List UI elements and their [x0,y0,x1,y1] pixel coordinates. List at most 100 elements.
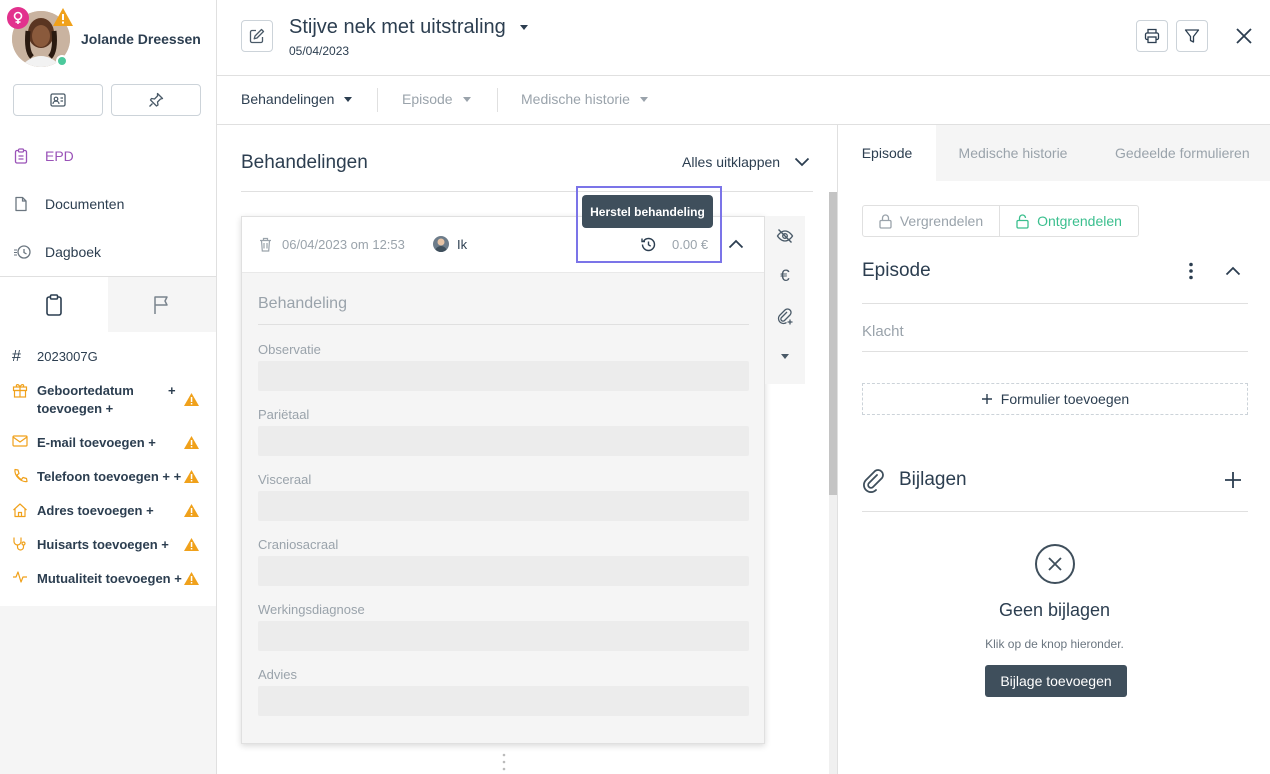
hide-button[interactable] [765,216,805,256]
parietaal-field[interactable] [258,426,749,456]
tab-medische-historie[interactable]: Medische historie [521,91,648,107]
tab-episode-right[interactable]: Episode [838,125,936,181]
warning-icon [183,537,200,552]
pin-button[interactable] [111,84,201,116]
info-label: E-mail toevoegen + [37,435,156,450]
tab-medische-historie-right[interactable]: Medische historie [936,125,1090,181]
lock-toggle: Vergrendelen Ontgrendelen [862,205,1139,237]
empty-subtitle: Klik op de knop hieronder. [985,637,1124,651]
treatment-form: Behandeling Observatie Pariëtaal Viscera… [242,273,764,743]
collapse-episode-button[interactable] [1225,266,1241,276]
warning-icon [183,435,200,450]
divider [377,88,378,112]
phone-icon [12,468,32,484]
tab-label: Medische historie [521,91,630,107]
lock-button[interactable]: Vergrendelen [863,206,1000,236]
nav-item-documenten[interactable]: Documenten [0,180,216,228]
episode-date: 05/04/2023 [289,44,350,58]
warning-icon [183,392,200,407]
more-options-icon[interactable] [1189,262,1193,280]
caret-down-icon [462,96,471,102]
history-icon [14,244,32,260]
user-avatar [433,236,449,252]
trash-icon[interactable] [259,237,272,252]
nav-item-epd[interactable]: EPD [0,132,216,180]
info-row-birthdate[interactable]: Geboortedatum toevoegen + + [0,382,216,418]
tooltip: Herstel behandeling [582,195,713,228]
drag-handle-icon[interactable] [502,753,506,771]
divider [497,88,498,112]
caret-down-icon [519,25,528,30]
attach-add-icon[interactable] [765,296,805,336]
divider [862,351,1248,352]
unlock-icon [1016,213,1029,229]
episode-header: Stijve nek met uitstraling 05/04/2023 [217,0,1270,76]
warning-icon [183,469,200,484]
info-row-address[interactable]: Adres toevoegen + [0,502,216,520]
patient-profile: Jolande Dreessen [0,0,216,132]
observatie-field[interactable] [258,361,749,391]
episode-title-dropdown[interactable]: Stijve nek met uitstraling [289,16,528,39]
page-title: Stijve nek met uitstraling [289,16,506,38]
patient-id: 2023007G [37,349,98,364]
form-section-title: Behandeling [258,295,347,312]
more-dropdown[interactable] [765,336,805,376]
caret-down-icon [344,96,353,102]
collapse-button[interactable] [728,239,744,249]
pin-icon [149,92,164,107]
info-row-gp[interactable]: Huisarts toevoegen + [0,536,216,554]
attachments-title: Bijlagen [899,469,967,490]
field-label: Craniosacraal [258,537,339,552]
caret-down-icon [781,353,789,359]
expand-all-button[interactable]: Alles uitklappen [682,154,810,170]
tab-clipboard[interactable] [0,277,108,333]
print-button[interactable] [1136,20,1168,52]
add-attachment-plus-icon[interactable] [1224,471,1242,489]
tab-behandelingen[interactable]: Behandelingen [241,91,353,107]
tab-flag[interactable] [108,277,216,333]
visceraal-field[interactable] [258,491,749,521]
online-status-indicator [56,55,68,67]
info-row-email[interactable]: E-mail toevoegen + [0,434,216,452]
edit-icon [249,28,265,44]
lock-icon [879,213,892,229]
warning-icon [183,503,200,518]
unlock-label: Ontgrendelen [1037,213,1122,229]
werkingsdiagnose-field[interactable] [258,621,749,651]
scrollbar[interactable] [829,192,837,774]
treatments-panel: Behandelingen Alles uitklappen 06/04/202… [217,125,837,774]
home-icon [12,502,32,518]
info-row-phone[interactable]: Telefoon toevoegen + + [0,468,216,486]
chevron-down-icon [794,157,810,167]
section-title: Behandelingen [241,152,368,173]
euro-icon[interactable]: € [765,256,805,296]
tab-episode[interactable]: Episode [402,91,471,107]
klacht-field[interactable]: Klacht [862,323,904,340]
edit-button[interactable] [241,20,273,52]
patient-info: # 2023007G Geboortedatum toevoegen + + E… [0,332,216,606]
info-plus[interactable]: + [168,382,176,400]
close-circle-icon [1035,544,1075,584]
scrollbar-thumb[interactable] [829,192,837,495]
field-label: Observatie [258,342,321,357]
right-tabs: Episode Medische historie Gedeelde formu… [838,125,1270,181]
advies-field[interactable] [258,686,749,716]
episode-panel: Episode Medische historie Gedeelde formu… [837,125,1270,774]
craniosacraal-field[interactable] [258,556,749,586]
add-form-button[interactable]: Formulier toevoegen [862,383,1248,415]
stethoscope-icon [12,536,32,552]
nav-item-dagboek[interactable]: Dagboek [0,228,216,276]
info-label: Adres toevoegen + [37,503,154,518]
unlock-button[interactable]: Ontgrendelen [1000,206,1138,236]
tab-gedeelde-formulieren[interactable]: Gedeelde formulieren [1090,125,1270,181]
filter-button[interactable] [1176,20,1208,52]
add-attachment-button[interactable]: Bijlage toevoegen [985,665,1127,697]
plus-icon [981,394,992,404]
info-row-insurance[interactable]: Mutualiteit toevoegen + [0,570,216,588]
close-button[interactable] [1234,26,1254,46]
field-label: Werkingsdiagnose [258,602,365,617]
patient-card-button[interactable] [13,84,103,116]
episode-title: Episode [862,260,931,281]
clipboard-icon [14,148,32,164]
warning-icon [52,7,74,27]
